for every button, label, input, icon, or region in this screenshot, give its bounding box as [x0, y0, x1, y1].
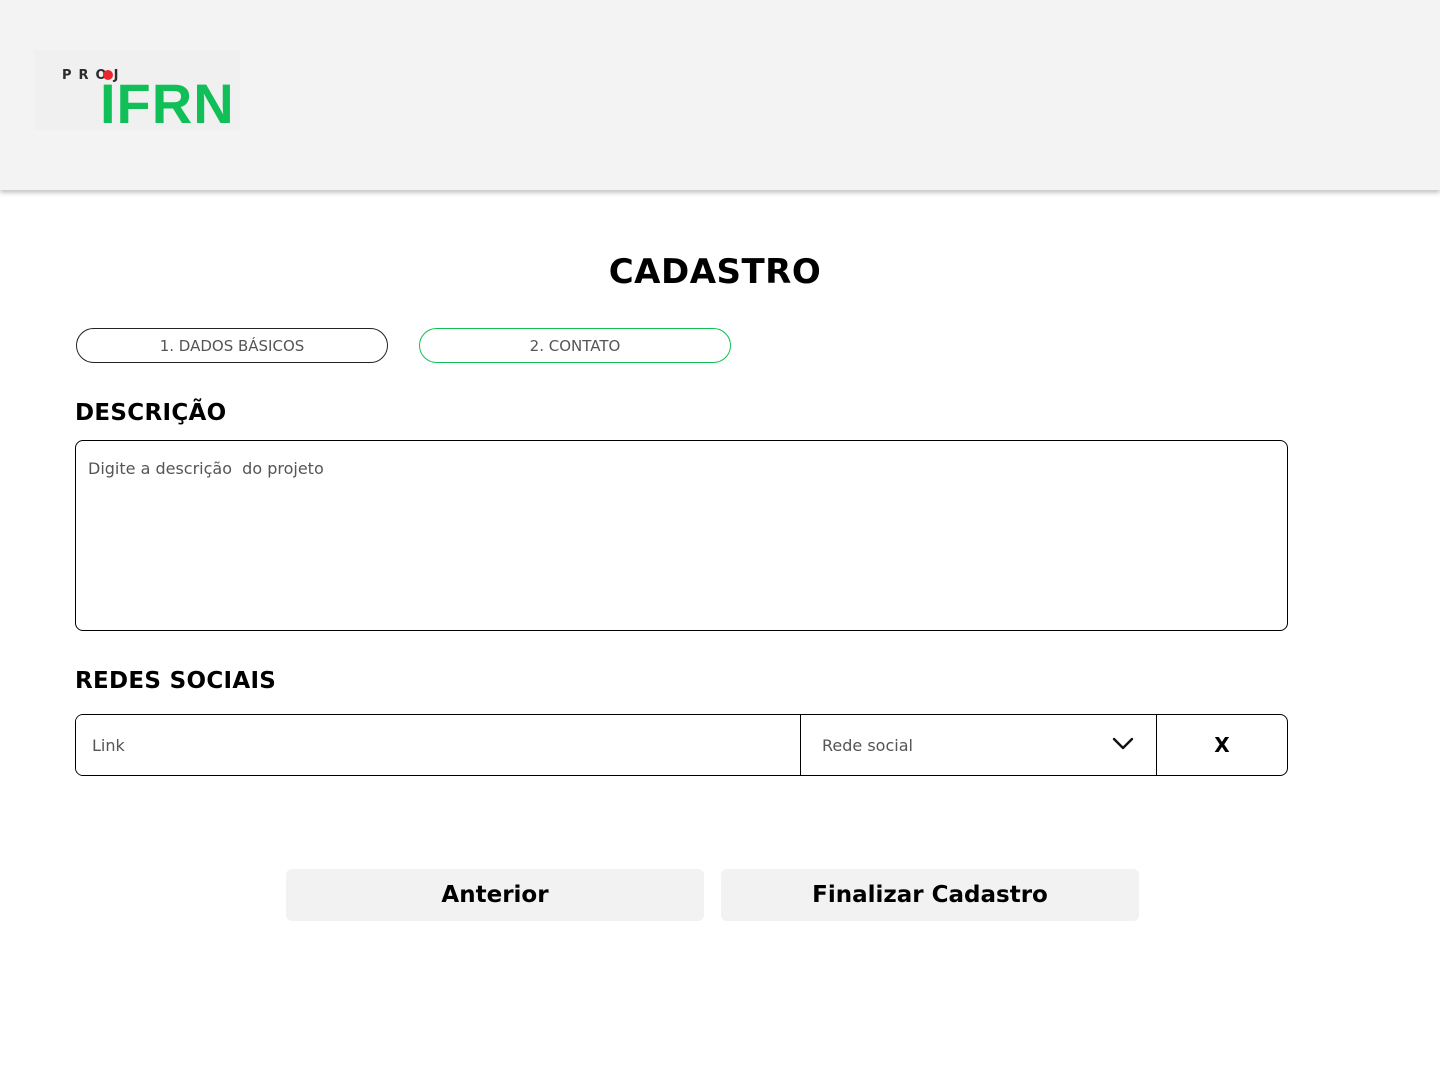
remove-social-button[interactable]: X [1157, 715, 1287, 775]
header: PROJ IFRN [0, 0, 1440, 190]
page-title: CADASTRO [608, 252, 822, 292]
step-tab-basic-data[interactable]: 1. DADOS BÁSICOS [76, 328, 388, 363]
description-label: DESCRIÇÃO [75, 400, 227, 426]
social-network-select[interactable]: Rede social [801, 715, 1157, 775]
step-tab-contact[interactable]: 2. CONTATO [419, 328, 731, 363]
social-network-row: Rede social X [75, 714, 1288, 776]
logo-ifrn-text: IFRN [100, 72, 235, 135]
social-network-select-value: Rede social [822, 735, 913, 755]
logo[interactable]: PROJ IFRN [34, 50, 240, 135]
previous-button[interactable]: Anterior [286, 869, 704, 921]
chevron-down-icon [1112, 736, 1134, 755]
description-textarea[interactable] [75, 440, 1288, 631]
social-networks-label: REDES SOCIAIS [75, 668, 277, 694]
social-link-input[interactable] [76, 715, 801, 775]
finish-registration-button[interactable]: Finalizar Cadastro [721, 869, 1139, 921]
